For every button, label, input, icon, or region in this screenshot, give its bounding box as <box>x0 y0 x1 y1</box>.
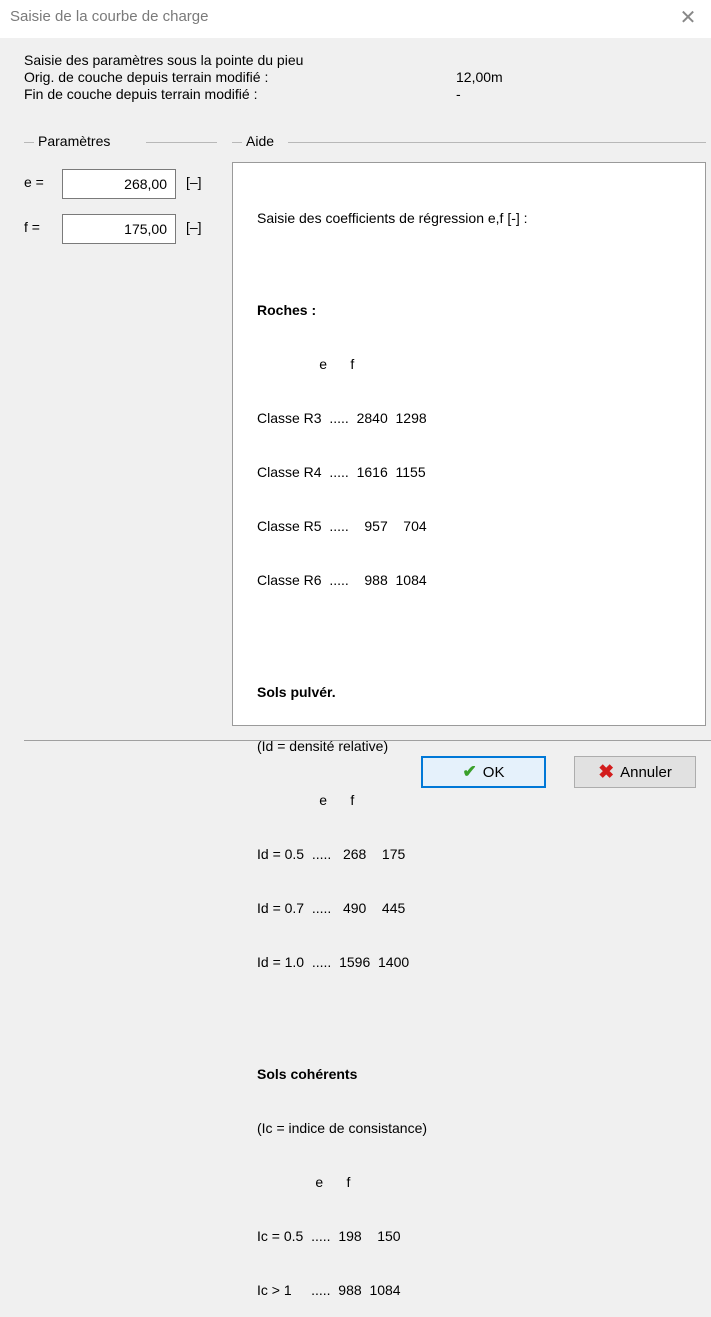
help-line: Ic = 0.5 ..... 198 150 <box>257 1228 401 1244</box>
close-icon[interactable]: ✕ <box>665 0 711 34</box>
e-input[interactable] <box>62 169 176 199</box>
fin-row: Fin de couche depuis terrain modifié : - <box>24 86 461 103</box>
orig-label: Orig. de couche depuis terrain modifié : <box>24 69 269 85</box>
f-input[interactable] <box>62 214 176 244</box>
layer-info: Saisie des paramètres sous la pointe du … <box>24 52 503 103</box>
help-line: Id = 0.7 ..... 490 445 <box>257 900 406 916</box>
help-line: e f <box>257 792 355 808</box>
help-line: Id = 1.0 ..... 1596 1400 <box>257 954 410 970</box>
help-line: Ic > 1 ..... 988 1084 <box>257 1282 401 1298</box>
title-bar: Saisie de la courbe de charge ✕ <box>0 0 711 38</box>
params-group-line-left <box>24 142 34 143</box>
help-section-title: Sols cohérents <box>257 1066 358 1082</box>
help-line: (Ic = indice de consistance) <box>257 1120 428 1136</box>
help-line: Classe R6 ..... 988 1084 <box>257 572 427 588</box>
checkmark-icon: ✔ <box>462 762 477 781</box>
e-label: e = <box>24 174 44 190</box>
orig-row: Orig. de couche depuis terrain modifié :… <box>24 69 503 86</box>
help-line: Classe R4 ..... 1616 1155 <box>257 464 426 480</box>
cancel-label: Annuler <box>620 763 672 781</box>
footer-separator <box>24 740 711 741</box>
help-section-title: Roches : <box>257 302 317 318</box>
aide-group-line-right <box>288 142 706 143</box>
ok-button[interactable]: ✔ OK <box>421 756 546 788</box>
fin-label: Fin de couche depuis terrain modifié : <box>24 86 258 102</box>
help-line: Id = 0.5 ..... 268 175 <box>257 846 406 862</box>
params-group-line-right <box>146 142 217 143</box>
f-unit: [–] <box>186 219 202 235</box>
cancel-button[interactable]: ✖ Annuler <box>574 756 696 788</box>
help-panel: Saisie des coefficients de régression e,… <box>232 162 706 1298</box>
orig-value: 12,00m <box>456 69 503 85</box>
help-section-title: Sols pulvér. <box>257 684 336 700</box>
help-line: Classe R5 ..... 957 704 <box>257 518 427 534</box>
fin-value: - <box>456 86 461 102</box>
aide-group-line-left <box>232 142 242 143</box>
params-group-title: Paramètres <box>38 133 111 149</box>
help-line: e f <box>257 356 355 372</box>
help-line: Classe R3 ..... 2840 1298 <box>257 410 427 426</box>
help-intro: Saisie des coefficients de régression e,… <box>257 210 528 226</box>
e-unit: [–] <box>186 174 202 190</box>
window-title: Saisie de la courbe de charge <box>10 8 209 25</box>
help-line: e f <box>257 1174 351 1190</box>
f-label: f = <box>24 219 40 235</box>
info-heading: Saisie des paramètres sous la pointe du … <box>24 52 304 68</box>
cross-icon: ✖ <box>598 761 615 783</box>
ok-label: OK <box>482 763 505 781</box>
aide-group-title: Aide <box>246 133 275 149</box>
